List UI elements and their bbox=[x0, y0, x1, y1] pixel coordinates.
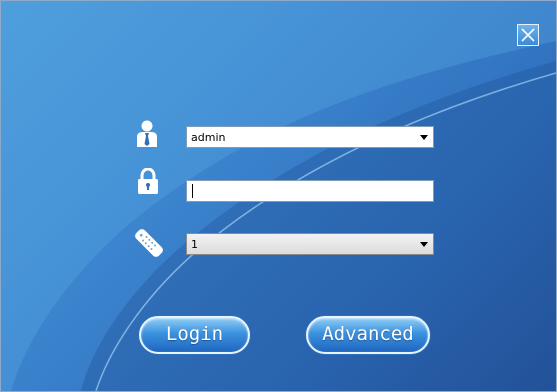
chevron-down-icon[interactable] bbox=[420, 242, 428, 247]
user-icon bbox=[137, 120, 157, 147]
remote-control-icon bbox=[135, 229, 163, 257]
username-select[interactable]: admin bbox=[186, 126, 434, 148]
close-button[interactable] bbox=[517, 24, 539, 46]
channel-select[interactable]: 1 bbox=[186, 233, 434, 255]
channel-value: 1 bbox=[191, 238, 198, 251]
login-dialog: admin 1 Login Advanced bbox=[0, 0, 557, 392]
chevron-down-icon[interactable] bbox=[420, 135, 428, 140]
advanced-button[interactable]: Advanced bbox=[306, 316, 430, 354]
login-button[interactable]: Login bbox=[139, 316, 250, 354]
text-caret bbox=[192, 184, 193, 198]
close-icon bbox=[521, 28, 535, 42]
lock-icon bbox=[138, 168, 158, 194]
username-value: admin bbox=[191, 131, 226, 144]
password-input[interactable] bbox=[186, 180, 434, 202]
